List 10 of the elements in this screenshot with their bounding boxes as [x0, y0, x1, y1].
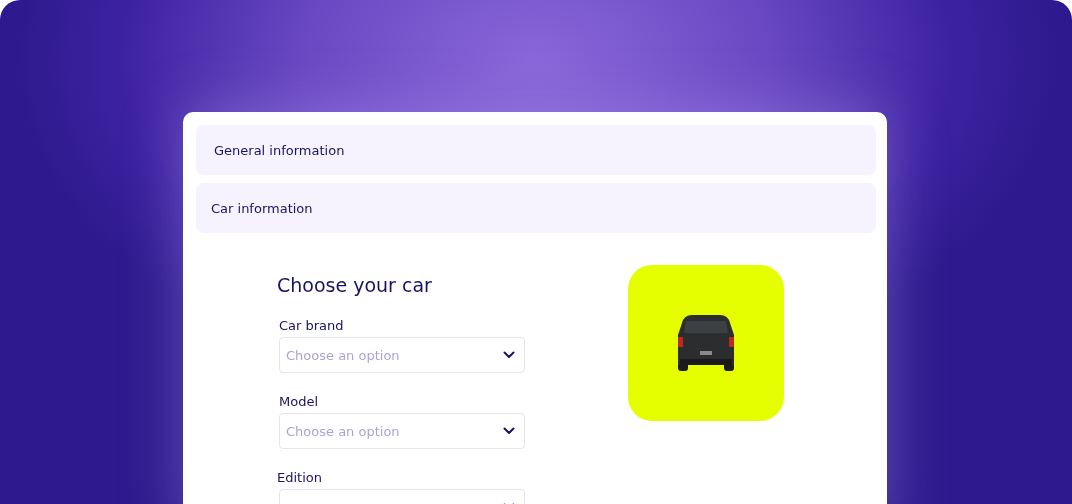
field-label: Edition [277, 470, 323, 486]
chevron-down-icon [503, 427, 515, 435]
select-field[interactable]: Choose an option [279, 337, 525, 373]
form-heading: Choose your car [277, 274, 433, 296]
accordion-header[interactable]: Car information [196, 183, 876, 233]
chevron-down-icon [503, 351, 515, 359]
accordion-header[interactable]: General information [196, 125, 876, 175]
field-label: Car brand [279, 318, 345, 334]
field-label: Model [279, 394, 320, 410]
select-field[interactable]: Choose an option [279, 413, 525, 449]
